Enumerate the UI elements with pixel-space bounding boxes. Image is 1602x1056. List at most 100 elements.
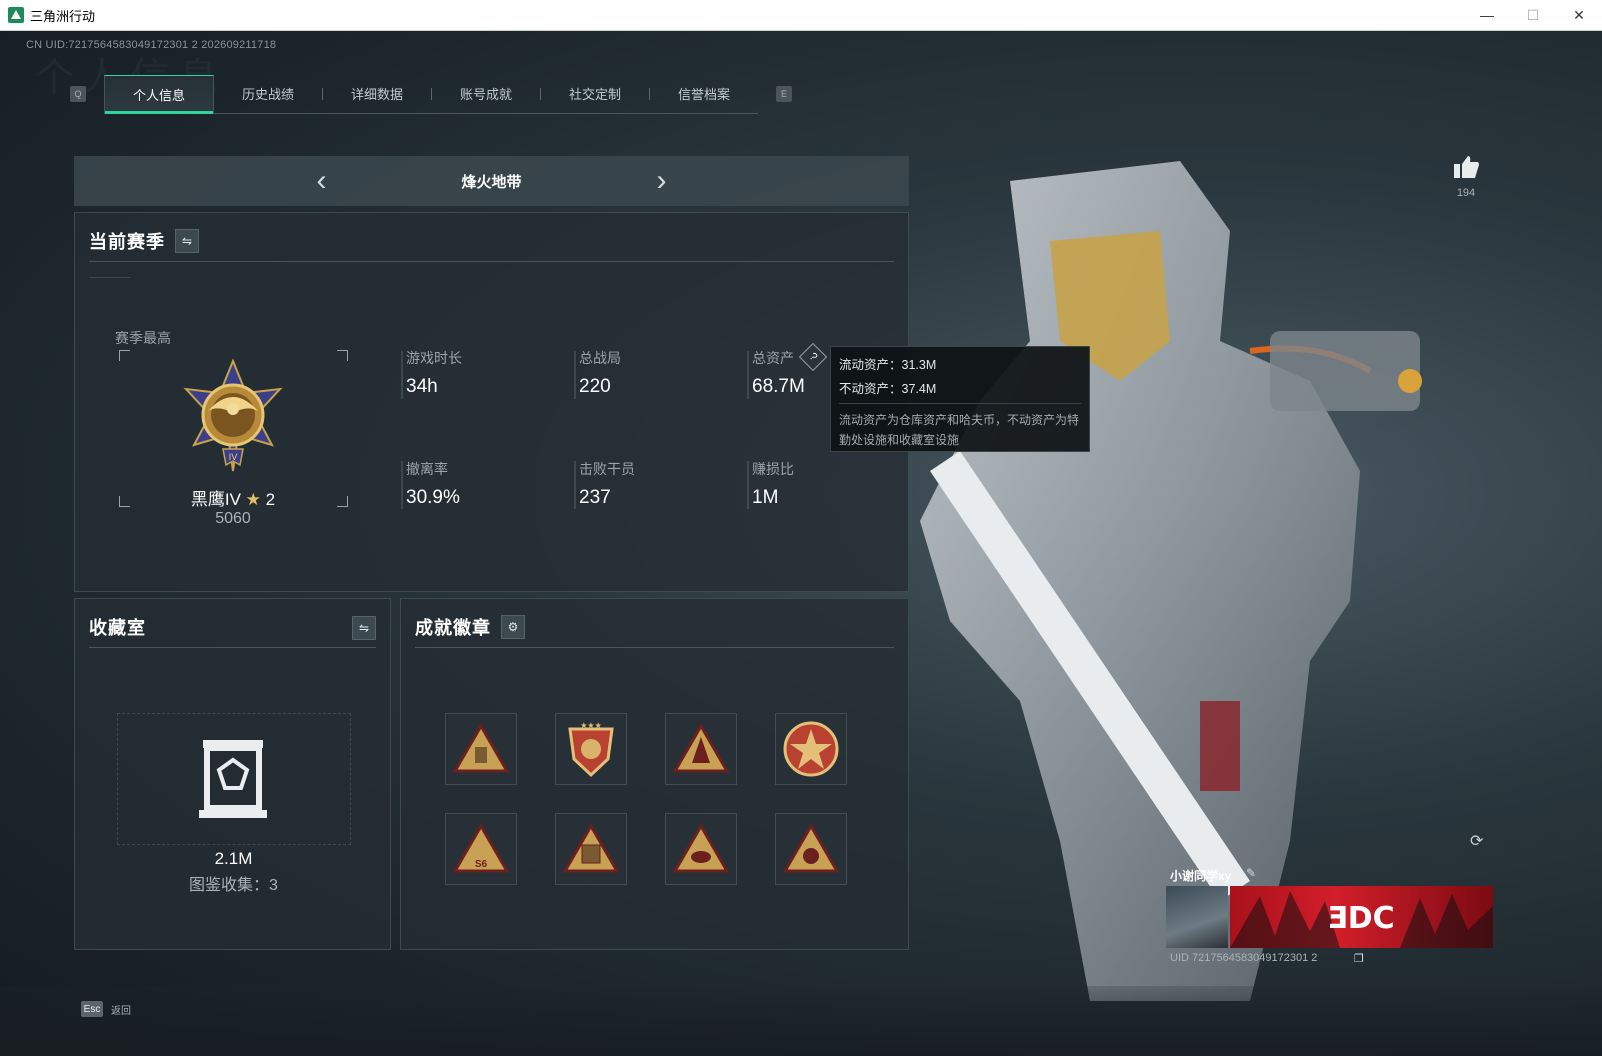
gear-icon[interactable]: ⚙ [501,615,525,639]
badge-item[interactable]: ★★★ [555,713,627,785]
window-title: 三角洲行动 [30,8,96,24]
stat-value: 34h [406,376,438,397]
stat-value: 68.7M [752,376,805,397]
esc-key: Esc [81,1001,103,1017]
display-case-icon [199,740,267,818]
frame-corner [337,350,348,361]
tab-navigation: Q 个人信息 历史战绩 详细数据 账号成就 社交定制 信誉档案 E [70,74,792,114]
swap-icon[interactable]: ⇋ [175,229,199,253]
triangle-badge-icon: S6 [452,823,510,873]
tooltip-fixed-assets: 不动资产：37.4M [839,382,937,396]
prev-tab-key[interactable]: Q [70,86,86,102]
collection-panel-title: 收藏室 [89,618,146,638]
stat-marker [747,461,749,509]
player-avatar[interactable] [1166,886,1228,948]
tab-achievements[interactable]: 账号成就 [432,75,540,113]
tab-social[interactable]: 社交定制 [541,75,649,113]
window-titlebar: 三角洲行动 — ☐ ✕ [0,0,1602,31]
stat-marker [747,351,749,399]
badges-panel: 成就徽章 ⚙ ★★★ S6 [400,598,909,950]
panel-divider [415,647,894,648]
player-uid: UID 7217564583049172301 2 [1170,952,1318,964]
tab-personal-info[interactable]: 个人信息 [104,74,214,114]
stat-label: 撤离率 [406,461,448,477]
thumbs-up-icon [1454,156,1479,178]
svg-text:★★★: ★★★ [580,721,602,730]
edit-icon[interactable]: ✎ [1246,866,1256,880]
svg-text:ƎDC: ƎDC [1327,901,1394,936]
like-count: 194 [1456,187,1476,199]
tab-history[interactable]: 历史战绩 [214,75,322,113]
frame-corner [337,496,348,507]
swap-icon[interactable]: ⇋ [352,616,376,640]
close-button[interactable]: ✕ [1556,0,1602,30]
stat-label: 总资产 [752,350,794,366]
back-label: 返回 [111,1005,131,1017]
star-badge-icon [783,721,839,777]
mode-prev-button[interactable]: ‹ [317,164,327,198]
mode-selector: ‹ 烽火地带 › [74,156,909,206]
stat-value: 220 [579,376,611,397]
window-controls: — ☐ ✕ [1464,0,1602,30]
player-name: 小谢同学xy [1170,869,1232,883]
stat-label: 赚损比 [752,461,794,477]
svg-text:S6: S6 [475,859,488,870]
minimize-button[interactable]: — [1464,0,1510,30]
stat-marker [401,351,403,399]
stat-label: 总战局 [579,350,621,366]
maximize-button[interactable]: ☐ [1510,0,1556,30]
like-button[interactable]: 194 [1449,154,1483,199]
stat-value: 30.9% [406,487,460,508]
mode-next-button[interactable]: › [657,164,667,198]
triangle-badge-icon [452,723,510,773]
badge-item[interactable] [445,713,517,785]
assets-tooltip: 流动资产：31.3M 不动资产：37.4M 流动资产为仓库资产和哈夫币，不动资产… [830,346,1090,452]
rank-score: 5060 [215,510,251,527]
panel-subtext: ——————— [89,275,131,281]
tab-reputation[interactable]: 信誉档案 [650,75,758,113]
banner-logo-icon: ƎDC [1230,891,1493,948]
badge-item[interactable] [775,713,847,785]
triangle-badge-icon [562,823,620,873]
player-card[interactable]: 小谢同学xy ✎ ƎDC UID 7217564583049172301 2 ❐ [1166,864,1493,978]
back-button[interactable]: Esc 返回 [81,1001,131,1017]
stat-value: 237 [579,487,611,508]
collection-value: 2.1M [214,849,253,868]
rank-line: 黑鹰IV ★ 2 [135,485,331,510]
badge-item[interactable] [775,813,847,885]
badge-item[interactable] [555,813,627,885]
stat-marker [401,461,403,509]
badge-item[interactable] [665,713,737,785]
mode-title: 烽火地带 [461,173,522,191]
player-banner: ƎDC [1230,886,1493,948]
badge-item[interactable]: S6 [445,813,517,885]
collection-count: 图鉴收集：3 [189,877,278,894]
next-tab-key[interactable]: E [776,86,792,102]
stat-value: 1M [752,487,779,508]
stat-marker [574,351,576,399]
badge-item[interactable] [665,813,737,885]
badges-panel-title: 成就徽章 [415,618,491,638]
season-best-label: 赛季最高 [115,330,171,346]
tooltip-description: 流动资产为仓库资产和哈夫币，不动资产为特勤处设施和收藏室设施 [839,413,1080,447]
season-panel-title: 当前赛季 [89,232,165,252]
stat-label: 游戏时长 [406,350,462,366]
bottom-bar [0,986,1602,1056]
frame-corner [119,496,130,507]
season-panel: 当前赛季 ⇋ ——————— 赛季最高 IV 黑鹰IV ★ 2 5060 游戏时… [74,212,909,592]
help-icon[interactable]: ? [798,342,828,372]
svg-text:IV: IV [229,453,239,463]
star-icon: ★ [245,490,261,509]
frame-corner [119,350,130,361]
tooltip-divider [839,403,1081,404]
tab-bar: 个人信息 历史战绩 详细数据 账号成就 社交定制 信誉档案 [104,74,758,114]
triangle-badge-icon [782,823,840,873]
refresh-icon[interactable]: ⟳ [1470,831,1490,851]
account-uid: CN UID:7217564583049172301 2 20260921171… [26,39,277,51]
stat-label: 击败干员 [579,461,635,477]
copy-icon[interactable]: ❐ [1354,952,1364,965]
collection-panel: 收藏室 ⇋ 2.1M 图鉴收集：3 [74,598,391,950]
tab-detailed-data[interactable]: 详细数据 [323,75,431,113]
app-icon [8,7,24,23]
rank-name: 黑鹰IV [190,490,241,509]
